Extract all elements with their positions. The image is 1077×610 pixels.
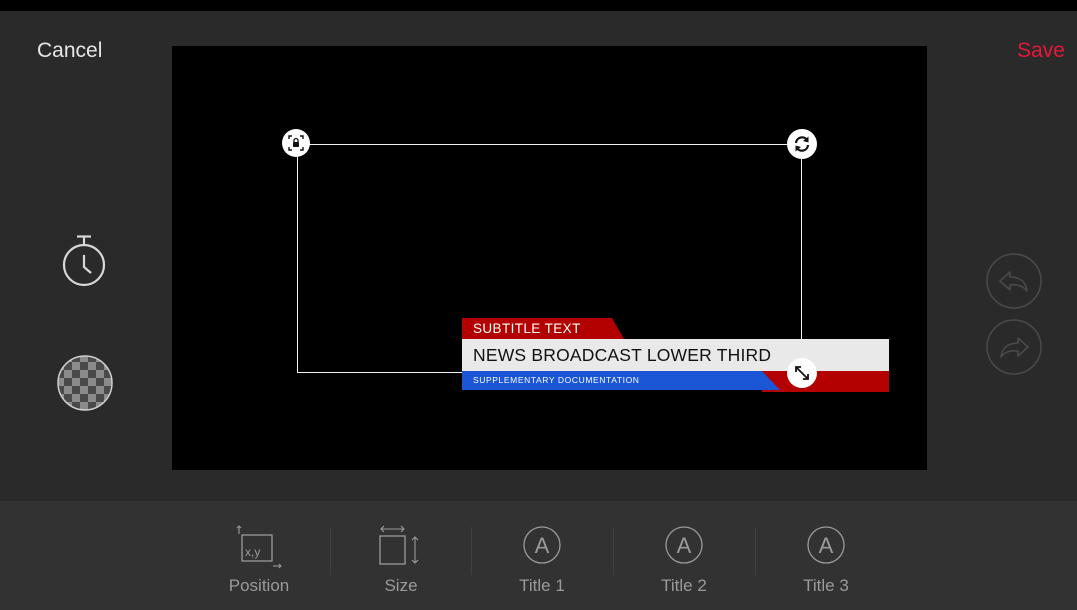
lower-third-headline: NEWS BROADCAST LOWER THIRD — [462, 339, 889, 371]
font-a-icon: A — [665, 526, 703, 564]
svg-text:x,y: x,y — [245, 545, 260, 559]
checkerboard-icon — [57, 355, 113, 411]
cancel-button[interactable]: Cancel — [37, 39, 102, 63]
size-icon — [379, 525, 419, 565]
lower-third-supplementary: SUPPLEMENTARY DOCUMENTATION — [462, 371, 780, 390]
svg-text:A: A — [819, 533, 834, 558]
tool-title-3-label: Title 3 — [803, 576, 849, 595]
undo-button[interactable] — [986, 253, 1042, 309]
stopwatch-icon — [62, 235, 106, 287]
tool-title-3[interactable]: A Title 3 — [755, 501, 897, 610]
font-a-icon: A — [523, 526, 561, 564]
bottom-toolbar: x,y Position Size A Title 1 A Title 2 A … — [0, 501, 1077, 610]
svg-text:A: A — [535, 533, 550, 558]
tool-position[interactable]: x,y Position — [188, 501, 330, 610]
lock-handle[interactable] — [282, 129, 310, 157]
tool-title-1-label: Title 1 — [519, 576, 565, 595]
redo-arrow-icon — [986, 319, 1042, 375]
tool-title-2[interactable]: A Title 2 — [613, 501, 755, 610]
svg-text:A: A — [677, 533, 692, 558]
undo-arrow-icon — [986, 253, 1042, 309]
redo-button[interactable] — [986, 319, 1042, 375]
lower-third-graphic[interactable]: SUBTITLE TEXT NEWS BROADCAST LOWER THIRD… — [462, 318, 889, 393]
selection-box[interactable]: SUBTITLE TEXT NEWS BROADCAST LOWER THIRD… — [282, 129, 889, 392]
position-icon: x,y — [236, 525, 282, 569]
transparency-background-button[interactable] — [56, 354, 114, 412]
editor-screen: Cancel Save SUBTITLE TEXT NEWS BROADCAST… — [0, 11, 1077, 610]
font-a-icon: A — [807, 526, 845, 564]
resize-diagonal-icon — [795, 366, 809, 380]
lock-icon — [288, 135, 304, 151]
lower-third-subtitle: SUBTITLE TEXT — [462, 318, 624, 339]
tool-title-1[interactable]: A Title 1 — [471, 501, 613, 610]
preview-canvas[interactable]: SUBTITLE TEXT NEWS BROADCAST LOWER THIRD… — [172, 46, 927, 470]
lower-third-accent-line — [774, 387, 889, 391]
tool-position-label: Position — [228, 576, 290, 595]
tool-size-label: Size — [384, 576, 418, 595]
rotate-icon — [794, 136, 810, 152]
tool-title-2-label: Title 2 — [661, 576, 707, 595]
save-button[interactable]: Save — [1017, 39, 1065, 63]
timer-button[interactable] — [56, 233, 112, 289]
tool-size[interactable]: Size — [330, 501, 472, 610]
rotate-handle[interactable] — [787, 129, 817, 159]
resize-handle[interactable] — [787, 358, 817, 388]
